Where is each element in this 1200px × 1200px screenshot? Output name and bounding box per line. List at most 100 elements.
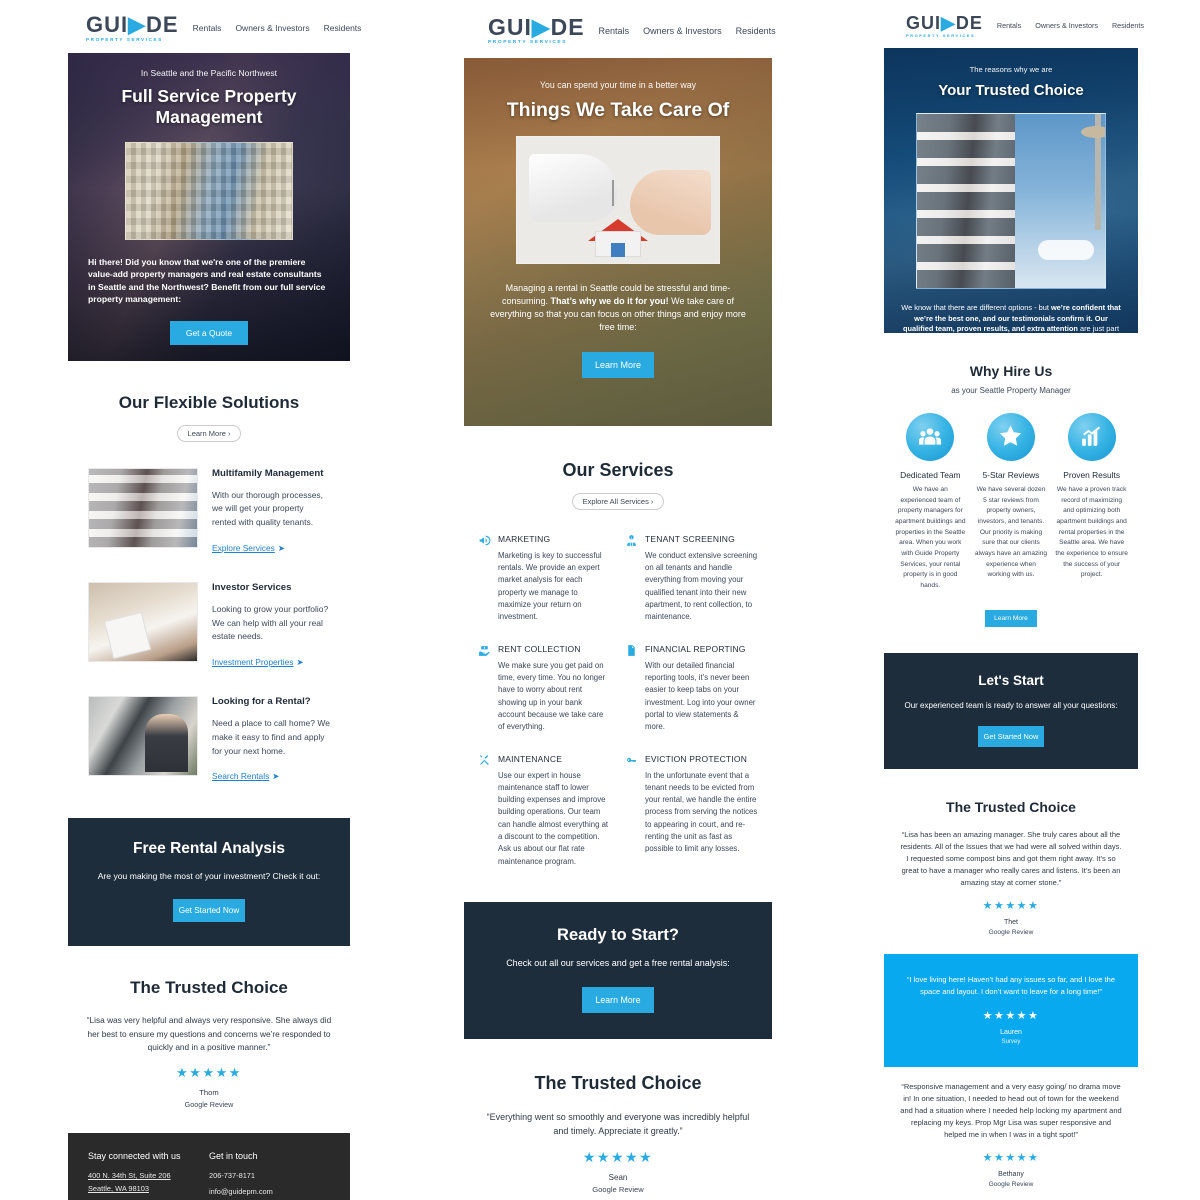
nav-item-rentals[interactable]: Rentals bbox=[997, 21, 1021, 30]
solution-item: Investor Services Looking to grow your p… bbox=[68, 581, 350, 670]
megaphone-icon bbox=[479, 535, 491, 546]
nav-item-owners-investors[interactable]: Owners & Investors bbox=[643, 26, 722, 36]
why-hire-learn-more-button[interactable]: Learn More bbox=[985, 609, 1037, 627]
testimonial-source: Google Review bbox=[988, 929, 1034, 937]
testimonial-name: Thet bbox=[1003, 919, 1018, 927]
site-header-middle: GUI ▶ DE PROPERTY SERVICES Rentals Owner… bbox=[464, 0, 776, 58]
footer-left: Stay connected with us 400 N. 34th St, S… bbox=[68, 1132, 350, 1200]
explore-services-link[interactable]: Explore Services ➤ bbox=[212, 543, 285, 553]
testimonial-name: Thom bbox=[199, 1087, 219, 1097]
logo-tagline: PROPERTY SERVICES bbox=[86, 37, 163, 42]
testimonial-name: Bethany bbox=[998, 1171, 1024, 1179]
solution-heading: Investor Services bbox=[212, 581, 292, 593]
logo-left[interactable]: GUI ▶ DE PROPERTY SERVICES bbox=[86, 14, 179, 43]
testimonial-card-bethany: “Responsive management and a very easy g… bbox=[884, 1081, 1138, 1189]
nav-item-owners-investors[interactable]: Owners & Investors bbox=[1035, 21, 1098, 30]
hero-photo-left bbox=[125, 141, 293, 240]
testimonial-source: Survey bbox=[1001, 1038, 1021, 1045]
why-card-heading: Dedicated Team bbox=[900, 469, 961, 480]
testimonial-quote: “Responsive management and a very easy g… bbox=[900, 1081, 1122, 1140]
search-rentals-link[interactable]: Search Rentals ➤ bbox=[212, 771, 279, 781]
arrow-right-icon: ➤ bbox=[272, 771, 280, 782]
logo-middle[interactable]: GUI ▶ DE PROPERTY SERVICES bbox=[488, 16, 585, 46]
why-card: 5-Star Reviews We have several dozen 5 s… bbox=[974, 412, 1048, 592]
logo-text-part2: DE bbox=[146, 12, 179, 37]
nav-item-rentals[interactable]: Rentals bbox=[193, 23, 222, 33]
service-heading: RENT COLLECTION bbox=[498, 643, 581, 654]
nav-links-right: Rentals Owners & Investors Residents bbox=[997, 21, 1144, 30]
hero-body-lead: Hi there! bbox=[88, 256, 123, 267]
hero-body-left: Hi there! Did you know that we're one of… bbox=[68, 240, 350, 306]
cta-title: Free Rental Analysis bbox=[133, 840, 285, 858]
service-item: MAINTENANCE Use our expert in house main… bbox=[478, 754, 611, 869]
learn-more-hero-button[interactable]: Learn More bbox=[582, 351, 654, 378]
hero-left: In Seattle and the Pacific Northwest Ful… bbox=[68, 52, 350, 361]
logo-text-part2: DE bbox=[550, 14, 585, 40]
cta-band-left: Free Rental Analysis Are you making the … bbox=[68, 818, 350, 947]
cta-body: Are you making the most of your investme… bbox=[97, 871, 321, 882]
logo-arrow-icon: ▶ bbox=[128, 12, 147, 37]
solution-body: With our thorough processes, we will get… bbox=[212, 489, 324, 528]
testimonial-quote: “Lisa was very helpful and always very r… bbox=[86, 1015, 332, 1053]
footer-address-line-1[interactable]: 400 N. 34th St, Suite 206 bbox=[88, 1170, 209, 1181]
star-rating-icon: ★★★★★ bbox=[982, 1009, 1040, 1022]
service-body: We make sure you get paid on time, every… bbox=[498, 660, 606, 732]
logo-tagline: PROPERTY SERVICES bbox=[906, 33, 976, 38]
solution-body: Looking to grow your portfolio? We can h… bbox=[212, 603, 329, 642]
get-started-now-button[interactable]: Get Started Now bbox=[173, 899, 245, 923]
solution-body: Need a place to call home? We make it ea… bbox=[212, 718, 330, 756]
hero-title: Your Trusted Choice bbox=[938, 81, 1084, 99]
testimonial-quote: “Lisa has been an amazing manager. She t… bbox=[900, 829, 1122, 888]
testimonials-right: The Trusted Choice “Lisa has been an ama… bbox=[884, 799, 1138, 937]
nav-item-residents[interactable]: Residents bbox=[736, 26, 776, 36]
service-heading: EVICTION PROTECTION bbox=[645, 753, 748, 764]
why-card-heading: 5-Star Reviews bbox=[982, 469, 1040, 480]
cta-body: Our experienced team is ready to answer … bbox=[904, 700, 1118, 710]
handing-over-keys-house-photo bbox=[516, 135, 720, 264]
learn-more-cta-button[interactable]: Learn More bbox=[582, 986, 654, 1013]
nav-links-left: Rentals Owners & Investors Residents bbox=[193, 23, 362, 33]
solution-item: Multifamily Management With our thorough… bbox=[68, 467, 350, 556]
learn-more-pill[interactable]: Learn More › bbox=[176, 424, 242, 442]
tools-icon bbox=[479, 754, 489, 765]
star-rating-icon: ★★★★★ bbox=[982, 900, 1040, 913]
service-item: EVICTION PROTECTION In the unfortunate e… bbox=[625, 754, 758, 869]
logo-text-part1: GUI bbox=[488, 14, 532, 40]
logo-text-part1: GUI bbox=[906, 13, 942, 33]
service-item: MARKETING Marketing is key to successful… bbox=[478, 534, 611, 624]
solution-heading: Multifamily Management bbox=[212, 467, 324, 479]
get-a-quote-button[interactable]: Get a Quote bbox=[170, 321, 248, 346]
star-rating-icon: ★★★★★ bbox=[982, 1152, 1040, 1165]
nav-item-owners-investors[interactable]: Owners & Investors bbox=[235, 23, 309, 33]
flexible-solutions-pill-wrap: Learn More › bbox=[68, 423, 350, 442]
our-services-pill-wrap: Explore All Services › bbox=[464, 491, 772, 510]
why-card-body: We have an experienced team of property … bbox=[895, 485, 966, 589]
service-heading: MARKETING bbox=[498, 533, 551, 544]
nav-item-rentals[interactable]: Rentals bbox=[599, 26, 630, 36]
email-mockup-page: GUI ▶ DE PROPERTY SERVICES Rentals Owner… bbox=[0, 0, 1200, 1200]
logo-text-part1: GUI bbox=[86, 12, 129, 37]
footer-email[interactable]: info@guidepm.com bbox=[209, 1186, 330, 1197]
service-item: RENT COLLECTION We make sure you get pai… bbox=[478, 644, 611, 734]
nav-item-residents[interactable]: Residents bbox=[324, 23, 362, 33]
hero-body-mid: That’s why we do it for you! bbox=[550, 295, 669, 306]
why-hire-grid: Dedicated Team We have an experienced te… bbox=[884, 412, 1138, 592]
hero-title: Things We Take Care Of bbox=[506, 98, 730, 121]
footer-phone[interactable]: 206-737-8171 bbox=[209, 1170, 330, 1181]
why-card-heading: Proven Results bbox=[1063, 469, 1121, 480]
site-header-left: GUI ▶ DE PROPERTY SERVICES Rentals Owner… bbox=[68, 0, 361, 53]
get-started-now-button[interactable]: Get Started Now bbox=[978, 725, 1044, 747]
why-card-body: We have several dozen 5 star reviews fro… bbox=[974, 485, 1048, 579]
hero-right: The reasons why we are Your Trusted Choi… bbox=[884, 47, 1138, 333]
why-card: Dedicated Team We have an experienced te… bbox=[894, 412, 967, 592]
footer-address-line-2[interactable]: Seattle, WA 98103 bbox=[88, 1183, 209, 1194]
explore-all-services-pill[interactable]: Explore All Services › bbox=[571, 492, 665, 510]
service-item: FINANCIAL REPORTING With our detailed fi… bbox=[625, 644, 758, 734]
logo-right[interactable]: GUI ▶ DE PROPERTY SERVICES bbox=[906, 14, 983, 38]
cta-body: Check out all our services and get a fre… bbox=[506, 958, 730, 969]
nav-item-residents[interactable]: Residents bbox=[1112, 21, 1144, 30]
service-body: We conduct extensive screening on all te… bbox=[645, 550, 758, 622]
solution-heading: Looking for a Rental? bbox=[212, 696, 311, 708]
cta-title: Let's Start bbox=[978, 672, 1044, 688]
investment-properties-link[interactable]: Investment Properties ➤ bbox=[212, 657, 304, 667]
